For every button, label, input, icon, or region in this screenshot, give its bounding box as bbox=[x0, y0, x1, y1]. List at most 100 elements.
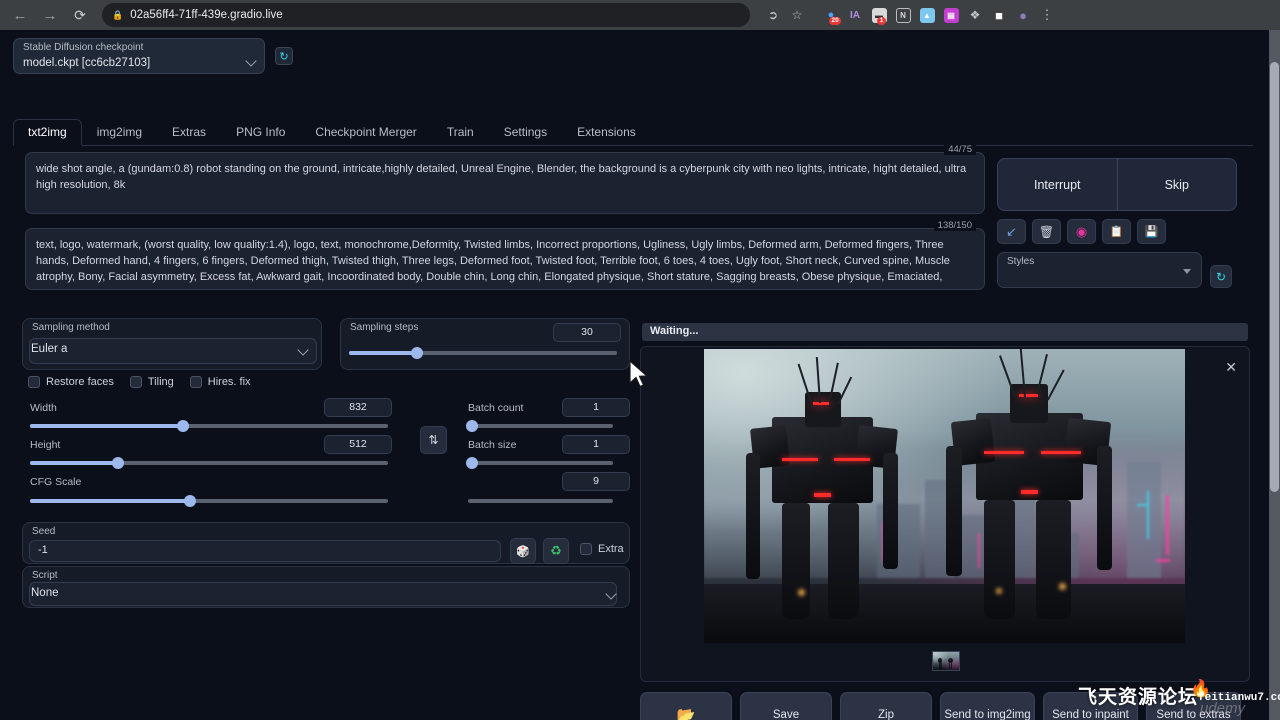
star-icon[interactable]: ☆ bbox=[786, 4, 808, 26]
prompt-token-counter: 44/75 bbox=[944, 144, 976, 155]
page-scrollbar-thumb[interactable] bbox=[1270, 62, 1279, 492]
refresh-icon: ↻ bbox=[1216, 270, 1226, 284]
ext-white-square-icon[interactable]: ■ bbox=[988, 4, 1010, 26]
browser-nav-buttons: ← → ⟳ bbox=[0, 2, 94, 28]
extra-seed-checkbox[interactable]: Extra bbox=[580, 543, 624, 555]
feature-checkboxes: Restore faces Tiling Hires. fix bbox=[28, 376, 251, 388]
tab-txt2img[interactable]: txt2img bbox=[13, 119, 82, 146]
tab-extensions[interactable]: Extensions bbox=[562, 119, 651, 146]
checkpoint-refresh-button[interactable]: ↻ bbox=[275, 47, 293, 65]
main-tabs: txt2img img2img Extras PNG Info Checkpoi… bbox=[13, 118, 1253, 146]
ext-blue-dot-icon[interactable]: ●20 bbox=[820, 4, 842, 26]
cfg-scale-slider[interactable] bbox=[30, 499, 388, 503]
tab-train[interactable]: Train bbox=[432, 119, 489, 146]
reuse-seed-button[interactable]: ♻ bbox=[543, 538, 569, 564]
address-bar[interactable]: 🔒 02a56ff4-71ff-439e.gradio.live bbox=[102, 3, 750, 27]
height-value[interactable]: 512 bbox=[324, 435, 392, 454]
reload-icon[interactable]: ⟳ bbox=[66, 2, 94, 28]
mouse-cursor bbox=[628, 360, 650, 390]
close-icon[interactable]: ✕ bbox=[1225, 359, 1237, 376]
extra-networks-icon: ◉ bbox=[1076, 224, 1087, 240]
batch-count-slider[interactable] bbox=[468, 424, 613, 428]
swap-arrows-icon: ⇅ bbox=[428, 433, 438, 447]
save-button[interactable]: Save bbox=[740, 692, 832, 720]
sampling-method-card: Sampling method Euler a bbox=[22, 318, 322, 370]
open-folder-button[interactable]: 📂 bbox=[640, 692, 732, 720]
txt2img-settings: Sampling method Euler a Sampling steps 3… bbox=[22, 318, 630, 608]
sampling-steps-value[interactable]: 30 bbox=[553, 323, 621, 342]
swap-dimensions-button[interactable]: ⇅ bbox=[420, 426, 447, 454]
clear-prompt-button[interactable]: 🗑 bbox=[1032, 219, 1061, 244]
prompt-textarea[interactable]: 44/75 wide shot angle, a (gundam:0.8) ro… bbox=[25, 152, 985, 214]
batch-size-value[interactable]: 1 bbox=[562, 435, 630, 454]
tab-checkpoint-merger[interactable]: Checkpoint Merger bbox=[300, 119, 431, 146]
seed-label: Seed bbox=[32, 526, 55, 537]
page-scrollbar-track[interactable] bbox=[1269, 30, 1280, 720]
browser-menu-icon[interactable]: ⋮ bbox=[1036, 4, 1058, 26]
mech-right bbox=[945, 361, 1118, 620]
prompt-text: wide shot angle, a (gundam:0.8) robot st… bbox=[36, 161, 974, 193]
ext-video-badge: 1 bbox=[877, 17, 886, 25]
profile-avatar[interactable]: ● bbox=[1012, 4, 1034, 26]
send-to-img2img-button[interactable]: Send to img2img bbox=[940, 692, 1035, 720]
clear-prompt-trash-icon: 🗑 bbox=[1039, 225, 1054, 239]
width-value[interactable]: 832 bbox=[324, 398, 392, 417]
tab-png-info[interactable]: PNG Info bbox=[221, 119, 300, 146]
styles-dropdown[interactable]: Styles bbox=[997, 252, 1202, 288]
hires-fix-checkbox[interactable]: Hires. fix bbox=[190, 376, 251, 388]
sampling-steps-label: Sampling steps bbox=[350, 322, 418, 333]
interrupt-button[interactable]: Interrupt bbox=[998, 159, 1117, 210]
styles-refresh-button[interactable]: ↻ bbox=[1210, 265, 1232, 288]
restore-faces-checkbox[interactable]: Restore faces bbox=[28, 376, 114, 388]
ext-notion-icon[interactable]: N bbox=[892, 4, 914, 26]
checkbox-icon bbox=[580, 543, 592, 555]
apply-style-button[interactable]: 📋 bbox=[1102, 219, 1131, 244]
sampling-steps-slider[interactable] bbox=[349, 351, 617, 355]
sampling-method-dropdown[interactable] bbox=[29, 338, 317, 364]
negative-prompt-textarea[interactable]: 138/150 text, logo, watermark, (worst qu… bbox=[25, 228, 985, 290]
share-icon[interactable]: ➲ bbox=[762, 4, 784, 26]
tab-img2img[interactable]: img2img bbox=[82, 119, 157, 146]
address-bar-url: 02a56ff4-71ff-439e.gradio.live bbox=[130, 9, 282, 21]
extra-networks-button[interactable]: ◉ bbox=[1067, 219, 1096, 244]
script-value: None bbox=[31, 587, 59, 599]
skip-button[interactable]: Skip bbox=[1117, 159, 1237, 210]
browser-toolbar: ← → ⟳ 🔒 02a56ff4-71ff-439e.gradio.live ➲… bbox=[0, 0, 1280, 30]
batch-count-label: Batch count bbox=[468, 402, 523, 414]
result-thumbnail[interactable] bbox=[932, 651, 960, 671]
cfg-scale-slider-right[interactable] bbox=[468, 499, 613, 503]
tab-extras[interactable]: Extras bbox=[157, 119, 221, 146]
script-dropdown[interactable] bbox=[29, 582, 617, 606]
random-seed-button[interactable]: 🎲 bbox=[510, 538, 536, 564]
forward-arrow-icon[interactable]: → bbox=[36, 2, 64, 28]
folder-icon: 📂 bbox=[677, 708, 696, 720]
watermark-chinese-text: 飞天资源论坛 bbox=[1078, 682, 1198, 709]
batch-size-slider[interactable] bbox=[468, 461, 613, 465]
checkbox-icon bbox=[28, 376, 40, 388]
ext-office-icon[interactable]: ▤ bbox=[940, 4, 962, 26]
ext-image-icon[interactable]: ▲ bbox=[916, 4, 938, 26]
height-label: Height bbox=[30, 439, 60, 451]
width-slider[interactable] bbox=[30, 424, 388, 428]
prompt-area: 44/75 wide shot angle, a (gundam:0.8) ro… bbox=[25, 152, 985, 290]
tab-settings[interactable]: Settings bbox=[489, 119, 562, 146]
batch-size-label: Batch size bbox=[468, 439, 516, 451]
tiling-checkbox[interactable]: Tiling bbox=[130, 376, 174, 388]
apply-style-icon: 📋 bbox=[1110, 225, 1124, 238]
ext-video-icon[interactable]: ▬1 bbox=[868, 4, 890, 26]
height-slider[interactable] bbox=[30, 461, 388, 465]
batch-count-value[interactable]: 1 bbox=[562, 398, 630, 417]
back-arrow-icon[interactable]: ← bbox=[6, 2, 34, 28]
restore-progress-button[interactable]: ↙ bbox=[997, 219, 1026, 244]
seed-input[interactable]: -1 bbox=[29, 540, 501, 562]
puzzle-icon[interactable]: ❖ bbox=[964, 4, 986, 26]
cfg-scale-value[interactable]: 9 bbox=[562, 472, 630, 491]
styles-row: Styles ↻ bbox=[997, 252, 1237, 288]
checkpoint-dropdown[interactable]: Stable Diffusion checkpoint model.ckpt [… bbox=[13, 38, 265, 74]
ext-ia-icon[interactable]: IA bbox=[844, 4, 866, 26]
dimensions-card: Width 832 Height 512 CFG Scale bbox=[22, 402, 406, 514]
save-style-button[interactable]: 💾 bbox=[1137, 219, 1166, 244]
restore-faces-label: Restore faces bbox=[46, 376, 114, 388]
zip-button[interactable]: Zip bbox=[840, 692, 932, 720]
generated-image[interactable] bbox=[704, 349, 1185, 643]
